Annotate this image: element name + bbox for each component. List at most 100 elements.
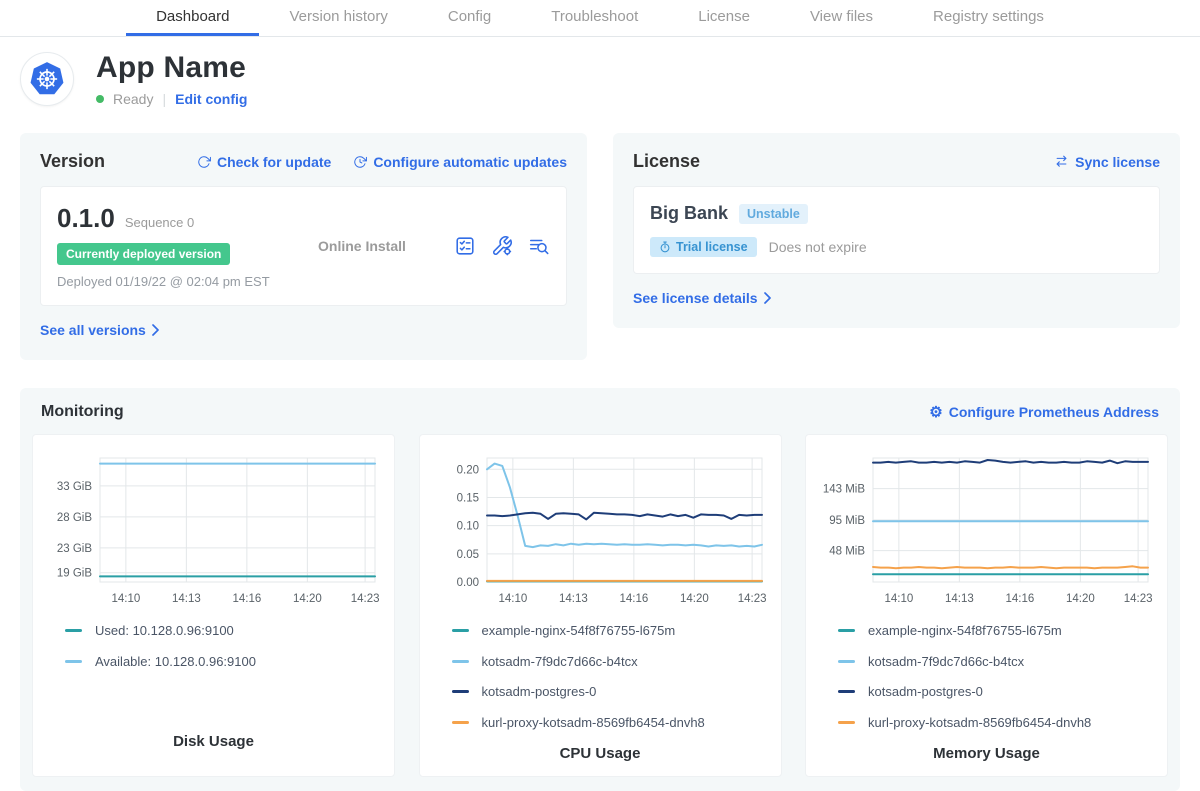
chart-title: Memory Usage [814,745,1159,774]
svg-text:14:23: 14:23 [737,593,766,605]
top-nav: DashboardVersion historyConfigTroublesho… [0,0,1200,37]
svg-text:0.20: 0.20 [456,464,478,476]
chart-title: CPU Usage [428,745,773,774]
legend-swatch-icon [452,660,469,663]
version-card: Version Check for update Configure autom… [20,133,587,360]
see-all-versions-link[interactable]: See all versions [40,322,159,338]
legend-swatch-icon [65,660,82,663]
status-badge: Ready [113,91,153,107]
monitoring-title: Monitoring [41,403,124,421]
svg-text:14:20: 14:20 [679,593,708,605]
disk-usage-chart: 19 GiB23 GiB28 GiB33 GiB14:1014:1314:161… [46,449,381,609]
svg-text:14:13: 14:13 [172,593,201,605]
svg-text:14:23: 14:23 [351,593,380,605]
stopwatch-icon [659,241,671,253]
legend-label: kotsadm-postgres-0 [482,684,597,699]
chevron-right-icon [764,292,771,304]
version-sequence: Sequence 0 [125,215,194,230]
kubernetes-logo-icon [29,61,65,97]
version-card-title: Version [40,151,105,172]
version-number: 0.1.0 [57,203,115,234]
legend-label: kotsadm-7f9dc7d66c-b4tcx [482,654,638,669]
trial-license-badge: Trial license [650,237,757,257]
channel-badge: Unstable [739,204,808,224]
refresh-icon [197,155,211,169]
monitoring-section: Monitoring ⚙ Configure Prometheus Addres… [20,388,1180,791]
svg-text:14:20: 14:20 [1066,593,1095,605]
sync-arrows-icon [1054,154,1069,169]
legend-swatch-icon [452,629,469,632]
license-expiry: Does not expire [769,239,867,255]
svg-text:14:16: 14:16 [619,593,648,605]
configure-automatic-updates-button[interactable]: Configure automatic updates [353,154,567,170]
svg-text:23 GiB: 23 GiB [57,543,92,555]
wrench-gear-icon [491,235,513,257]
svg-text:95 MiB: 95 MiB [829,515,865,527]
legend-swatch-icon [65,629,82,632]
currently-deployed-badge: Currently deployed version [57,243,230,265]
tab-license[interactable]: License [668,0,780,36]
svg-text:0.00: 0.00 [456,577,478,589]
page-title: App Name [96,51,247,85]
legend-item: Available: 10.128.0.96:9100 [65,654,386,669]
gear-icon: ⚙ [929,405,942,420]
cards-row: Version Check for update Configure autom… [20,133,1180,360]
sync-license-button[interactable]: Sync license [1054,154,1160,170]
svg-text:0.15: 0.15 [456,492,478,504]
legend-label: example-nginx-54f8f76755-l675m [482,623,676,638]
legend-item: example-nginx-54f8f76755-l675m [838,623,1159,638]
legend-item: kotsadm-postgres-0 [838,684,1159,699]
edit-config-link[interactable]: Edit config [175,91,247,107]
legend-label: Available: 10.128.0.96:9100 [95,654,256,669]
legend-swatch-icon [838,721,855,724]
svg-text:14:13: 14:13 [945,593,974,605]
legend-item: example-nginx-54f8f76755-l675m [452,623,773,638]
svg-text:14:23: 14:23 [1124,593,1153,605]
legend-label: kotsadm-7f9dc7d66c-b4tcx [868,654,1024,669]
logs-search-icon [528,235,550,257]
svg-text:14:16: 14:16 [232,593,261,605]
tab-troubleshoot[interactable]: Troubleshoot [521,0,668,36]
view-deploy-logs-button[interactable] [528,235,550,257]
legend-item: kotsadm-7f9dc7d66c-b4tcx [452,654,773,669]
app-header: App Name Ready | Edit config [20,51,1180,107]
legend-item: kotsadm-postgres-0 [452,684,773,699]
cpu-usage-chart: 0.000.050.100.150.2014:1014:1314:1614:20… [433,449,768,609]
memory-usage-legend: example-nginx-54f8f76755-l675m kotsadm-7f… [814,623,1159,745]
license-customer-name: Big Bank [650,203,728,224]
svg-text:14:13: 14:13 [558,593,587,605]
memory-usage-panel: 48 MiB95 MiB143 MiB14:1014:1314:1614:201… [805,434,1168,777]
tab-view-files[interactable]: View files [780,0,903,36]
disk-usage-legend: Used: 10.128.0.96:9100 Available: 10.128.… [41,623,386,684]
see-license-details-link[interactable]: See license details [633,290,771,306]
svg-text:14:10: 14:10 [111,593,140,605]
cpu-usage-panel: 0.000.050.100.150.2014:1014:1314:1614:20… [419,434,782,777]
legend-label: kotsadm-postgres-0 [868,684,983,699]
svg-text:14:16: 14:16 [1005,593,1034,605]
tab-config[interactable]: Config [418,0,521,36]
app-status-row: Ready | Edit config [96,91,247,107]
tab-registry-settings[interactable]: Registry settings [903,0,1074,36]
deployed-timestamp: Deployed 01/19/22 @ 02:04 pm EST [57,274,312,289]
app-logo [20,52,74,106]
svg-text:33 GiB: 33 GiB [57,481,92,493]
legend-label: Used: 10.128.0.96:9100 [95,623,234,638]
svg-text:14:10: 14:10 [498,593,527,605]
preflight-checks-button[interactable] [454,235,476,257]
ready-dot-icon [96,95,104,103]
legend-item: kotsadm-7f9dc7d66c-b4tcx [838,654,1159,669]
current-version-panel: 0.1.0 Sequence 0 Currently deployed vers… [40,186,567,306]
legend-item: Used: 10.128.0.96:9100 [65,623,386,638]
tab-dashboard[interactable]: Dashboard [126,0,259,36]
check-for-update-button[interactable]: Check for update [197,154,331,170]
svg-text:48 MiB: 48 MiB [829,546,865,558]
license-panel: Big Bank Unstable Trial license Does not… [633,186,1160,274]
chevron-right-icon [152,324,159,336]
configure-prometheus-button[interactable]: ⚙ Configure Prometheus Address [929,404,1159,420]
tab-version-history[interactable]: Version history [259,0,417,36]
edit-config-version-button[interactable] [491,235,513,257]
legend-swatch-icon [452,690,469,693]
legend-label: kurl-proxy-kotsadm-8569fb6454-dnvh8 [868,715,1091,730]
checklist-icon [454,235,476,257]
install-type-label: Online Install [312,238,454,254]
